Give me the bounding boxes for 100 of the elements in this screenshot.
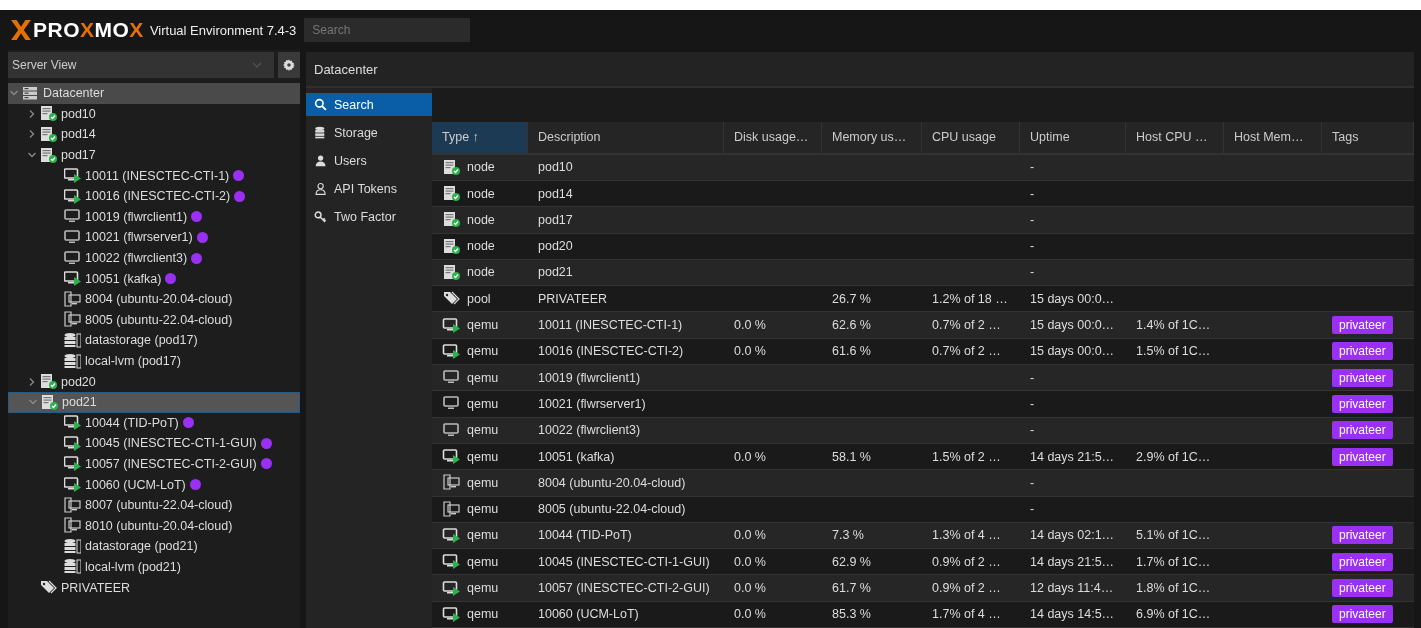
tree-item[interactable]: pod17 bbox=[8, 144, 300, 166]
product-version: Virtual Environment 7.4-3 bbox=[149, 22, 297, 38]
table-cell: 62.6 % bbox=[832, 318, 871, 333]
server-check-icon bbox=[442, 158, 461, 176]
collapse-chevron-icon[interactable] bbox=[10, 89, 18, 98]
tree-item[interactable]: 8007 (ubuntu-22.04-cloud) bbox=[8, 494, 300, 516]
tree-item[interactable]: 10057 (INESCTEC-CTI-2-GUI) bbox=[8, 453, 300, 475]
table-cell: pod10 bbox=[538, 160, 573, 175]
tree-item[interactable]: pod20 bbox=[8, 371, 300, 392]
table-cell: 58.1 % bbox=[832, 449, 871, 464]
tree-item[interactable]: 10021 (flwrserver1) bbox=[8, 227, 300, 248]
table-cell: node bbox=[467, 212, 495, 227]
table-cell: 10057 (INESCTEC-CTI-2-GUI) bbox=[538, 581, 710, 596]
monitor-play-icon bbox=[64, 434, 81, 452]
nav-item[interactable]: Storage bbox=[306, 121, 432, 144]
tree-item[interactable]: 10044 (TID-PoT) bbox=[8, 412, 300, 434]
server-check-icon bbox=[40, 373, 57, 391]
nav-item[interactable]: Two Factor bbox=[306, 205, 432, 228]
monitor-icon bbox=[442, 421, 461, 439]
column-header[interactable]: Memory us… bbox=[822, 121, 922, 153]
template-monitor-icon bbox=[64, 517, 81, 535]
column-header[interactable]: Description bbox=[528, 121, 724, 153]
column-header[interactable]: Tags bbox=[1322, 121, 1414, 153]
tree-item[interactable]: 10016 (INESCTEC-CTI-2) bbox=[8, 185, 300, 207]
expand-chevron-icon[interactable] bbox=[28, 130, 36, 139]
table-cell: 0.0 % bbox=[734, 318, 766, 333]
nav-item[interactable]: API Tokens bbox=[306, 177, 432, 200]
table-cell: - bbox=[1030, 160, 1035, 175]
table-cell: 10021 (flwrserver1) bbox=[538, 396, 646, 411]
template-monitor-icon bbox=[64, 496, 81, 514]
tree-item[interactable]: pod14 bbox=[8, 124, 300, 145]
tree-item[interactable]: datastorage (pod17) bbox=[8, 330, 300, 351]
table-cell: 10019 (flwrclient1) bbox=[538, 370, 641, 385]
settings-button[interactable] bbox=[278, 52, 300, 78]
view-dropdown[interactable]: Server View bbox=[8, 52, 274, 78]
server-check-icon bbox=[442, 211, 461, 229]
template-monitor-icon bbox=[442, 500, 461, 518]
nav-item[interactable]: Search bbox=[306, 93, 432, 116]
column-header[interactable]: Disk usage… bbox=[724, 121, 822, 153]
table-cell: node bbox=[467, 160, 495, 175]
database-icon bbox=[64, 537, 81, 555]
table-cell: 1.5% of 1C… bbox=[1136, 344, 1211, 359]
tag-label: privateer bbox=[1332, 579, 1393, 598]
tree-item[interactable]: 8005 (ubuntu-22.04-cloud) bbox=[8, 309, 300, 331]
table-cell: pod20 bbox=[538, 239, 573, 254]
nav-item[interactable]: Users bbox=[306, 149, 432, 172]
tree-item[interactable]: local-lvm (pod17) bbox=[8, 350, 300, 372]
monitor-play-icon bbox=[442, 526, 461, 544]
table-cell: - bbox=[1030, 502, 1035, 517]
tree-item[interactable]: datastorage (pod21) bbox=[8, 536, 300, 557]
search-icon bbox=[314, 97, 328, 112]
table-cell: 85.3 % bbox=[832, 607, 871, 622]
table-cell: qemu bbox=[467, 449, 499, 464]
table-cell: 0.7% of 2 … bbox=[932, 318, 1001, 333]
key-icon bbox=[314, 209, 328, 224]
table-cell: 10011 (INESCTEC-CTI-1) bbox=[538, 318, 683, 333]
tree-item[interactable]: 10060 (UCM-LoT) bbox=[8, 474, 300, 495]
table-cell: 0.9% of 2 … bbox=[932, 554, 1001, 569]
table-cell: 14 days 21:5… bbox=[1030, 449, 1115, 464]
table-cell: - bbox=[1030, 396, 1035, 411]
tag-label: privateer bbox=[1332, 368, 1393, 387]
monitor-icon bbox=[64, 228, 81, 246]
table-cell: qemu bbox=[467, 581, 499, 596]
tag-label: privateer bbox=[1332, 605, 1393, 624]
tree-item[interactable]: 10011 (INESCTEC-CTI-1) bbox=[8, 165, 300, 186]
tag-label: privateer bbox=[1332, 447, 1393, 466]
monitor-play-icon bbox=[442, 316, 461, 334]
tree-item[interactable]: 10019 (flwrclient1) bbox=[8, 206, 300, 228]
column-header[interactable]: Type ↑ bbox=[432, 121, 528, 153]
template-monitor-icon bbox=[64, 311, 81, 329]
tree-item[interactable]: 8004 (ubuntu-20.04-cloud) bbox=[8, 288, 300, 310]
table-cell: - bbox=[1030, 475, 1035, 490]
tree-item[interactable]: local-lvm (pod21) bbox=[8, 556, 300, 578]
tree-item[interactable]: 10045 (INESCTEC-CTI-1-GUI) bbox=[8, 433, 300, 454]
tree-item[interactable]: 10051 (kafka) bbox=[8, 268, 300, 289]
monitor-play-icon bbox=[64, 414, 81, 432]
server-check-icon bbox=[442, 185, 461, 203]
table-cell: 10044 (TID-PoT) bbox=[538, 528, 632, 543]
tree-item[interactable]: PRIVATEER bbox=[8, 577, 300, 598]
collapse-chevron-icon[interactable] bbox=[28, 151, 36, 160]
column-header[interactable]: Host Mem… bbox=[1224, 121, 1322, 153]
expand-chevron-icon[interactable] bbox=[28, 377, 36, 386]
table-cell: qemu bbox=[467, 344, 499, 359]
table-cell: 61.7 % bbox=[832, 581, 871, 596]
tree-item[interactable]: pod21 bbox=[8, 391, 300, 413]
table-cell: qemu bbox=[467, 423, 499, 438]
column-header[interactable]: Host CPU … bbox=[1126, 121, 1224, 153]
search-field[interactable]: Search bbox=[304, 18, 471, 42]
expand-chevron-icon[interactable] bbox=[28, 109, 36, 118]
column-header[interactable]: Uptime bbox=[1020, 121, 1126, 153]
table-cell: pod14 bbox=[538, 186, 573, 201]
table-cell: - bbox=[1030, 239, 1035, 254]
table-cell: 6.9% of 1C… bbox=[1136, 607, 1211, 622]
tree-item[interactable]: 8010 (ubuntu-20.04-cloud) bbox=[8, 515, 300, 537]
table-cell: PRIVATEER bbox=[538, 291, 607, 306]
tree-item[interactable]: Datacenter bbox=[8, 83, 300, 104]
tree-item[interactable]: 10022 (flwrclient3) bbox=[8, 247, 300, 269]
column-header[interactable]: CPU usage bbox=[922, 121, 1020, 153]
caret-icon bbox=[252, 62, 262, 68]
tree-item[interactable]: pod10 bbox=[8, 103, 300, 125]
